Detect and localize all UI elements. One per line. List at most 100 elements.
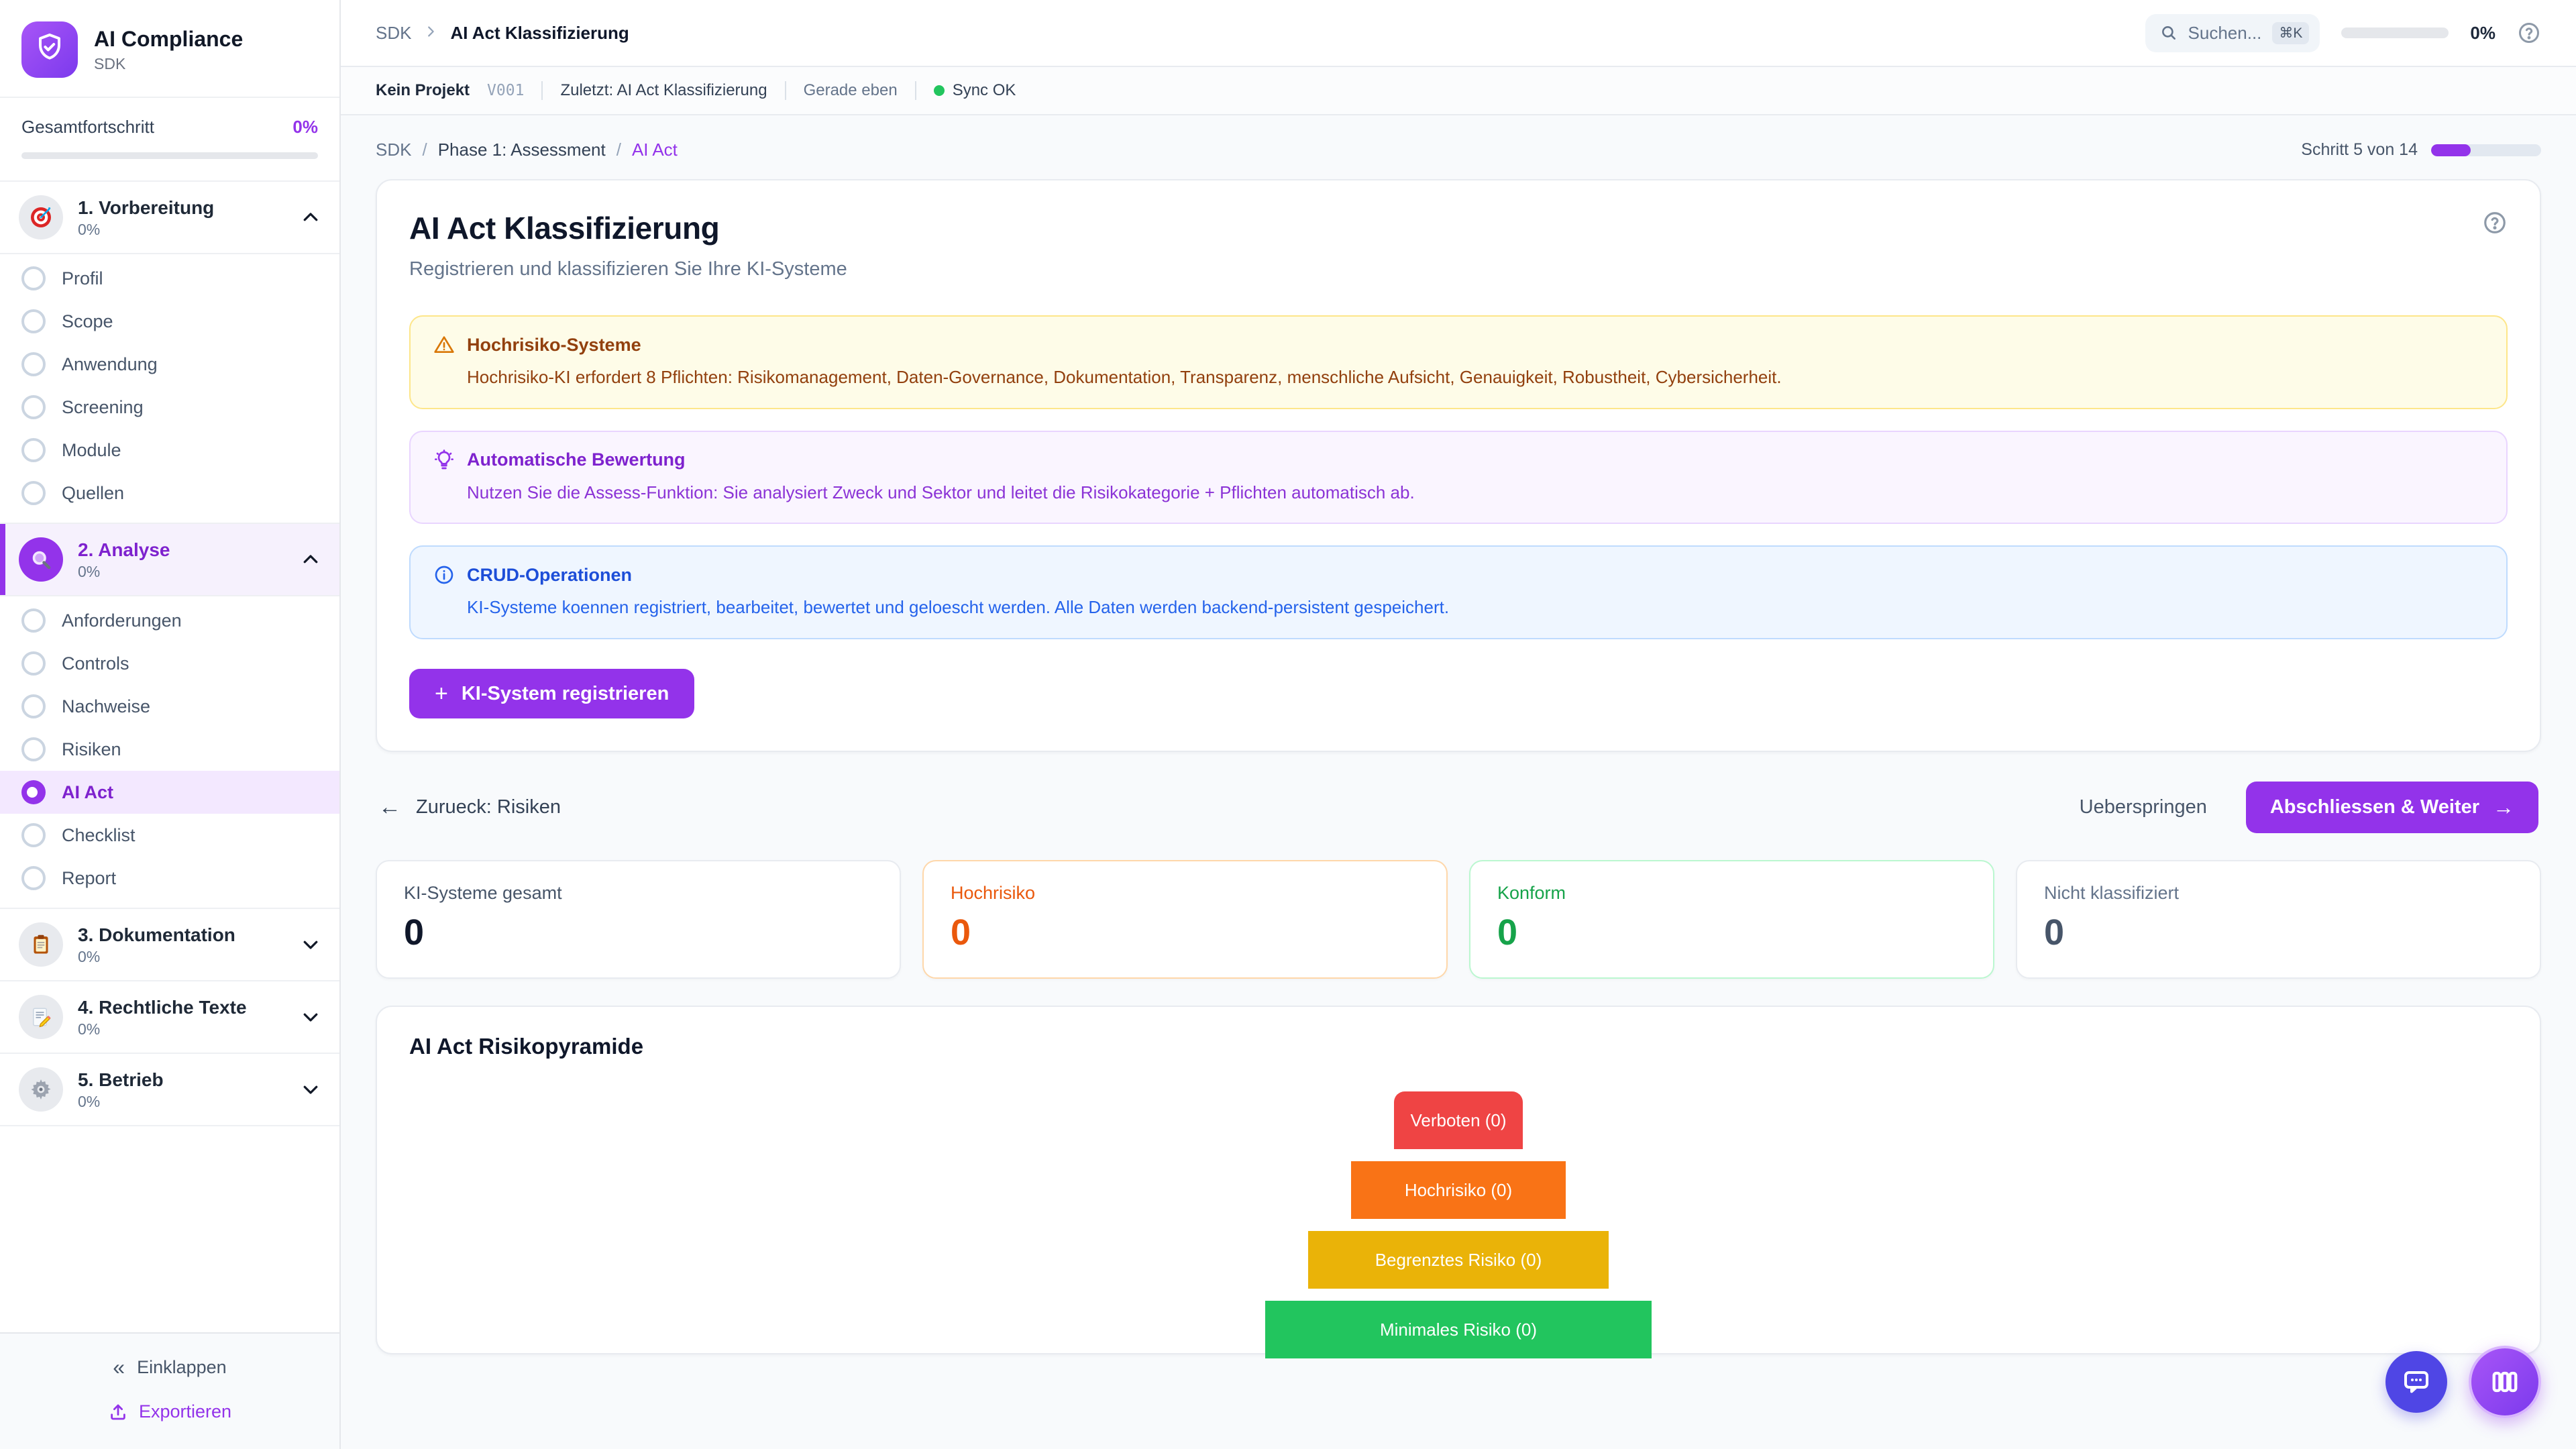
sidebar-item-screening[interactable]: Screening <box>0 386 339 429</box>
chevron-up-icon <box>301 207 321 227</box>
back-label: Zurueck: Risiken <box>416 796 561 818</box>
app-window: AI Compliance SDK Gesamtfortschritt 0% 1… <box>0 0 2576 1449</box>
alerts-container: Hochrisiko-SystemeHochrisiko-KI erforder… <box>409 315 2508 639</box>
item-label: Checklist <box>62 825 136 846</box>
sidebar-footer: « Einklappen Exportieren <box>0 1332 339 1449</box>
sidebar-item-anwendung[interactable]: Anwendung <box>0 343 339 386</box>
pyramid-level-hochrisiko: Hochrisiko (0) <box>1351 1161 1566 1219</box>
risk-pyramid: Verboten (0)Hochrisiko (0)Begrenztes Ris… <box>409 1091 2508 1358</box>
breadcrumb-sdk[interactable]: SDK <box>376 140 411 160</box>
divider <box>541 81 543 100</box>
step-indicator: Schritt 5 von 14 <box>2301 140 2541 160</box>
section-percent: 0% <box>78 948 286 966</box>
sidebar-nav: 1. Vorbereitung0%Profil Scope Anwendung Scr… <box>0 182 339 1126</box>
sidebar-item-nachweise[interactable]: Nachweise <box>0 685 339 728</box>
item-label: Scope <box>62 311 113 332</box>
risk-pyramid-card: AI Act Risikopyramide Verboten (0)Hochri… <box>376 1006 2541 1354</box>
shield-check-icon <box>34 31 66 68</box>
sidebar-item-ai-act[interactable]: AI Act <box>0 771 339 814</box>
sidebar-item-controls[interactable]: Controls <box>0 642 339 685</box>
chat-fab-button[interactable] <box>2385 1351 2447 1413</box>
sidebar-item-anforderungen[interactable]: Anforderungen <box>0 599 339 642</box>
stat-label: Hochrisiko <box>951 883 1419 904</box>
sidebar-section-3-dokumentation[interactable]: 3. Dokumentation0% <box>0 909 339 981</box>
sidebar-section-1-vorbereitung[interactable]: 1. Vorbereitung0% <box>0 182 339 254</box>
skip-button[interactable]: Ueberspringen <box>2080 796 2207 818</box>
alert-warning: Hochrisiko-SystemeHochrisiko-KI erforder… <box>409 315 2508 409</box>
sidebar: AI Compliance SDK Gesamtfortschritt 0% 1… <box>0 0 341 1449</box>
info-icon <box>433 564 455 586</box>
overall-progress: Gesamtfortschritt 0% <box>0 98 339 182</box>
magnifier-icon <box>19 537 63 582</box>
clipboard-icon <box>19 922 63 967</box>
section-label: 2. Analyse <box>78 538 286 561</box>
top-bar: SDK AI Act Klassifizierung Suchen... ⌘K … <box>341 0 2576 67</box>
export-button[interactable]: Exportieren <box>108 1401 231 1422</box>
section-percent: 0% <box>78 1020 286 1038</box>
search-input[interactable]: Suchen... ⌘K <box>2145 14 2320 52</box>
panels-fab-button[interactable] <box>2469 1346 2541 1418</box>
sidebar-item-profil[interactable]: Profil <box>0 257 339 300</box>
pyramid-level-label: Minimales Risiko (0) <box>1380 1320 1537 1340</box>
app-title: AI Compliance <box>94 26 243 52</box>
upload-icon <box>108 1402 128 1422</box>
target-icon <box>19 195 63 239</box>
sidebar-item-report[interactable]: Report <box>0 857 339 900</box>
ai-act-card: AI Act Klassifizierung Registrieren und … <box>376 179 2541 752</box>
app-identity: AI Compliance SDK <box>94 26 243 72</box>
stat-label: KI-Systeme gesamt <box>404 883 873 904</box>
sync-label: Sync OK <box>953 81 1016 100</box>
radio-empty-icon <box>21 823 46 847</box>
stat-value: 0 <box>2044 912 2513 953</box>
sidebar-item-module[interactable]: Module <box>0 429 339 472</box>
radio-empty-icon <box>21 651 46 676</box>
pyramid-level-label: Hochrisiko (0) <box>1405 1180 1512 1201</box>
help-button[interactable] <box>2517 21 2541 45</box>
sidebar-section-2-analyse[interactable]: 2. Analyse0% <box>0 524 339 596</box>
stat-value: 0 <box>1497 912 1966 953</box>
stat-card-ki-systeme-gesamt: KI-Systeme gesamt0 <box>376 860 901 979</box>
next-label: Abschliessen & Weiter <box>2270 796 2479 818</box>
radio-empty-icon <box>21 438 46 462</box>
chevron-right-icon <box>423 23 438 44</box>
sync-status: Sync OK <box>934 81 1016 100</box>
pyramid-level-minimales-risiko: Minimales Risiko (0) <box>1265 1301 1652 1358</box>
sidebar-item-quellen[interactable]: Quellen <box>0 472 339 515</box>
breadcrumb-ai-act: AI Act <box>632 140 678 160</box>
sidebar-item-checklist[interactable]: Checklist <box>0 814 339 857</box>
plus-icon: + <box>435 682 448 705</box>
finish-next-button[interactable]: Abschliessen & Weiter → <box>2246 782 2538 833</box>
sidebar-section-4-rechtliche-texte[interactable]: 4. Rechtliche Texte0% <box>0 981 339 1054</box>
radio-empty-icon <box>21 866 46 890</box>
item-label: Screening <box>62 397 144 418</box>
radio-empty-icon <box>21 309 46 333</box>
collapse-sidebar-button[interactable]: « Einklappen <box>113 1355 226 1380</box>
back-button[interactable]: ← Zurueck: Risiken <box>378 794 561 820</box>
step-progress-fill <box>2431 144 2471 156</box>
pyramid-level-verboten: Verboten (0) <box>1394 1091 1523 1149</box>
radio-empty-icon <box>21 395 46 419</box>
breadcrumb-phase[interactable]: Phase 1: Assessment <box>438 140 606 160</box>
register-ki-system-button[interactable]: + KI-System registrieren <box>409 669 694 718</box>
breadcrumb-root[interactable]: SDK <box>376 23 411 44</box>
stat-label: Nicht klassifiziert <box>2044 883 2513 904</box>
bulb-icon <box>433 449 455 471</box>
section-label: 3. Dokumentation <box>78 923 286 947</box>
sidebar-header: AI Compliance SDK <box>0 0 339 98</box>
last-saved-time: Gerade eben <box>804 81 898 100</box>
sidebar-section-5-betrieb[interactable]: 5. Betrieb0% <box>0 1054 339 1126</box>
breadcrumb-current: AI Act Klassifizierung <box>450 23 629 44</box>
sidebar-item-scope[interactable]: Scope <box>0 300 339 343</box>
sidebar-item-risiken[interactable]: Risiken <box>0 728 339 771</box>
floating-buttons <box>2385 1346 2541 1418</box>
slash-separator: / <box>616 140 621 160</box>
page-title: AI Act Klassifizierung <box>409 210 847 246</box>
page-breadcrumb-row: SDK / Phase 1: Assessment / AI Act Schri… <box>376 140 2541 160</box>
radio-empty-icon <box>21 737 46 761</box>
item-label: AI Act <box>62 782 113 803</box>
card-help-icon[interactable] <box>2482 210 2508 235</box>
main-area: SDK AI Act Klassifizierung Suchen... ⌘K … <box>341 0 2576 1449</box>
divider <box>785 81 786 100</box>
item-label: Anwendung <box>62 354 158 375</box>
chevron-up-icon <box>301 549 321 570</box>
